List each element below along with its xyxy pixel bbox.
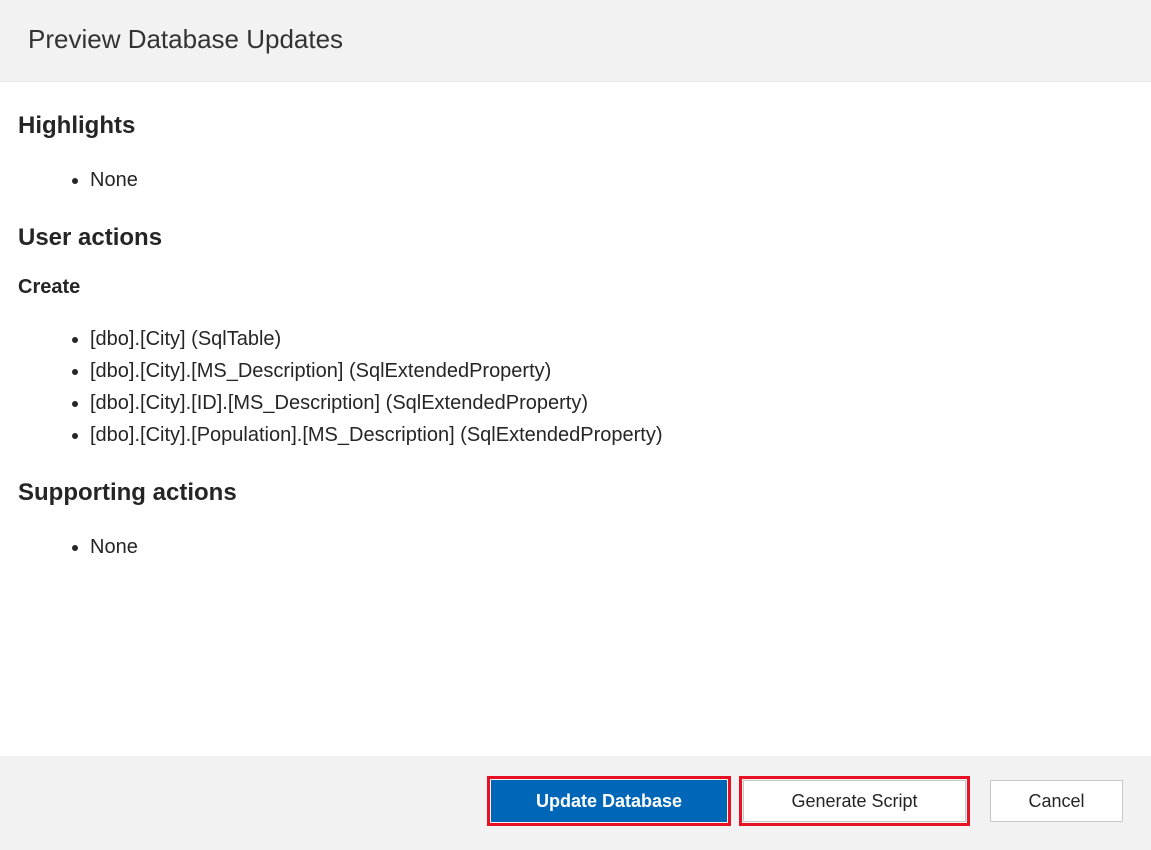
dialog-title: Preview Database Updates — [28, 24, 1123, 55]
highlight-update: Update Database — [487, 776, 731, 826]
list-item: None — [90, 164, 1133, 196]
highlights-list: None — [18, 164, 1133, 196]
list-item: [dbo].[City].[MS_Description] (SqlExtend… — [90, 355, 1133, 387]
generate-script-button[interactable]: Generate Script — [743, 780, 966, 822]
list-item: None — [90, 531, 1133, 563]
dialog-footer: Update Database Generate Script Cancel — [0, 756, 1151, 850]
update-database-button[interactable]: Update Database — [491, 780, 727, 822]
supporting-actions-heading: Supporting actions — [18, 479, 1133, 507]
cancel-button[interactable]: Cancel — [990, 780, 1123, 822]
create-heading: Create — [18, 276, 1133, 299]
list-item: [dbo].[City].[ID].[MS_Description] (SqlE… — [90, 387, 1133, 419]
list-item: [dbo].[City].[Population].[MS_Descriptio… — [90, 419, 1133, 451]
dialog-content: Highlights None User actions Create [dbo… — [0, 82, 1151, 756]
list-item: [dbo].[City] (SqlTable) — [90, 323, 1133, 355]
dialog-header: Preview Database Updates — [0, 0, 1151, 82]
user-actions-heading: User actions — [18, 224, 1133, 252]
highlight-generate: Generate Script — [739, 776, 970, 826]
highlights-heading: Highlights — [18, 112, 1133, 140]
supporting-actions-list: None — [18, 531, 1133, 563]
create-list: [dbo].[City] (SqlTable) [dbo].[City].[MS… — [18, 323, 1133, 451]
